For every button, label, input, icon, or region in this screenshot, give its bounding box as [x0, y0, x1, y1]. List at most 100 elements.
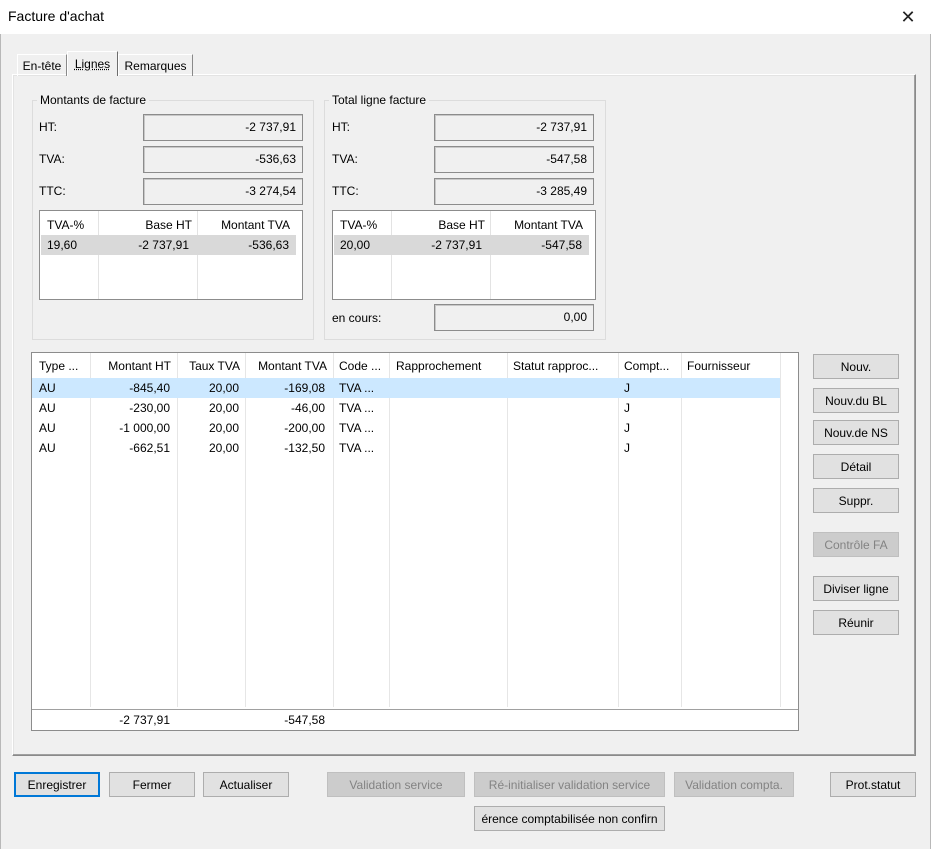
vat-rate-cell: 19,60 — [41, 235, 98, 255]
vat-header-amount: Montant TVA — [221, 218, 290, 232]
validate-accounting-button[interactable]: Validation compta. — [674, 772, 794, 797]
cell-montant-ht: -662,51 — [129, 441, 170, 455]
merge-button[interactable]: Réunir — [813, 610, 899, 635]
column-header-type[interactable]: Type ... — [39, 359, 89, 375]
invoice-amounts-title: Montants de facture — [37, 93, 150, 107]
cell-montant-ht: -230,00 — [129, 401, 170, 415]
split-line-button[interactable]: Diviser ligne — [813, 576, 899, 601]
line-tva-value: -547,58 — [434, 146, 594, 173]
table-row[interactable]: AU -845,40 20,00 -169,08 TVA ... J — [32, 378, 780, 398]
cell-compte: J — [624, 401, 630, 415]
column-header-montant-ht[interactable]: Montant HT — [90, 359, 171, 375]
cell-taux-tva: 20,00 — [208, 381, 239, 395]
close-button[interactable]: Fermer — [109, 772, 195, 797]
invoice-ht-label: HT: — [39, 120, 57, 134]
tab-lignes-label: Lignes — [74, 57, 111, 71]
column-header-statut-rapprochement[interactable]: Statut rapproc... — [513, 359, 617, 375]
save-button[interactable]: Enregistrer — [14, 772, 100, 797]
line-totals-title: Total ligne facture — [329, 93, 430, 107]
title-bar: Facture d'achat ✕ — [0, 0, 931, 34]
vat-table-header: TVA-% Base HT Montant TVA — [333, 215, 595, 235]
cell-taux-tva: 20,00 — [208, 441, 239, 455]
invoice-vat-table[interactable]: TVA-% Base HT Montant TVA 19,60 -2 737,9… — [39, 210, 303, 300]
validate-service-button[interactable]: Validation service — [327, 772, 465, 797]
column-header-code[interactable]: Code ... — [339, 359, 389, 375]
tab-remarques[interactable]: Remarques — [118, 54, 193, 76]
tab-en-tete[interactable]: En-tête — [17, 54, 67, 76]
table-row[interactable]: AU -1 000,00 20,00 -200,00 TVA ... J — [32, 418, 780, 438]
pending-label: en cours: — [332, 311, 382, 325]
vat-amount-cell: -547,58 — [490, 235, 589, 255]
delete-button[interactable]: Suppr. — [813, 488, 899, 513]
vat-header-base: Base HT — [145, 218, 192, 232]
column-header-montant-tva[interactable]: Montant TVA — [245, 359, 327, 375]
detail-button[interactable]: Détail — [813, 454, 899, 479]
table-row[interactable]: 19,60 -2 737,91 -536,63 — [40, 235, 302, 255]
cell-compte: J — [624, 381, 630, 395]
vat-rate-cell: 20,00 — [334, 235, 391, 255]
table-row[interactable]: 20,00 -2 737,91 -547,58 — [333, 235, 595, 255]
status-log-button[interactable]: Prot.statut — [830, 772, 916, 797]
cell-montant-tva: -200,00 — [284, 421, 325, 435]
line-tva-label: TVA: — [332, 152, 358, 166]
new-line-button[interactable]: Nouv. — [813, 354, 899, 379]
invoice-ttc-label: TTC: — [39, 184, 66, 198]
footer-total-montant-tva: -547,58 — [284, 713, 325, 727]
invoice-tva-label: TVA: — [39, 152, 65, 166]
cell-code: TVA ... — [339, 381, 375, 395]
new-from-ns-button[interactable]: Nouv.de NS — [813, 420, 899, 445]
vat-header-base: Base HT — [438, 218, 485, 232]
vat-table-header: TVA-% Base HT Montant TVA — [40, 215, 302, 235]
line-ht-label: HT: — [332, 120, 350, 134]
invoice-tva-value: -536,63 — [143, 146, 303, 173]
cell-code: TVA ... — [339, 401, 375, 415]
column-header-fournisseur[interactable]: Fournisseur — [687, 359, 779, 375]
difference-unconfirmed-button[interactable]: érence comptabilisée non confirn — [474, 806, 665, 831]
cell-type: AU — [39, 381, 56, 395]
line-vat-table[interactable]: TVA-% Base HT Montant TVA 20,00 -2 737,9… — [332, 210, 596, 300]
vat-header-amount: Montant TVA — [514, 218, 583, 232]
column-header-compte[interactable]: Compt... — [624, 359, 680, 375]
pending-value: 0,00 — [434, 304, 594, 331]
tab-remarques-label: Remarques — [124, 58, 187, 73]
cell-taux-tva: 20,00 — [208, 421, 239, 435]
vat-base-cell: -2 737,91 — [98, 235, 197, 255]
vat-header-rate: TVA-% — [47, 218, 85, 232]
vat-base-cell: -2 737,91 — [391, 235, 490, 255]
cell-taux-tva: 20,00 — [208, 401, 239, 415]
vat-header-rate: TVA-% — [340, 218, 378, 232]
cell-type: AU — [39, 441, 56, 455]
invoice-ht-value: -2 737,91 — [143, 114, 303, 141]
cell-type: AU — [39, 401, 56, 415]
invoice-ttc-value: -3 274,54 — [143, 178, 303, 205]
line-ttc-value: -3 285,49 — [434, 178, 594, 205]
grid-footer-divider — [32, 709, 798, 710]
cell-montant-tva: -132,50 — [284, 441, 325, 455]
column-header-taux-tva[interactable]: Taux TVA — [177, 359, 240, 375]
reset-validation-service-button[interactable]: Ré-initialiser validation service — [474, 772, 665, 797]
cell-montant-ht: -845,40 — [129, 381, 170, 395]
cell-code: TVA ... — [339, 421, 375, 435]
table-row[interactable]: AU -662,51 20,00 -132,50 TVA ... J — [32, 438, 780, 458]
cell-type: AU — [39, 421, 56, 435]
cell-compte: J — [624, 421, 630, 435]
cell-montant-ht: -1 000,00 — [119, 421, 170, 435]
cell-montant-tva: -46,00 — [290, 401, 325, 415]
table-row[interactable]: AU -230,00 20,00 -46,00 TVA ... J — [32, 398, 780, 418]
footer-total-montant-ht: -2 737,91 — [119, 713, 170, 727]
vat-amount-cell: -536,63 — [197, 235, 296, 255]
tab-en-tete-label: En-tête — [22, 58, 62, 73]
cell-code: TVA ... — [339, 441, 375, 455]
invoice-lines-grid[interactable]: Type ... Montant HT Taux TVA Montant TVA… — [31, 352, 799, 731]
column-header-rapprochement[interactable]: Rapprochement — [396, 359, 506, 375]
tab-lignes[interactable]: Lignes — [67, 51, 118, 76]
new-from-bl-button[interactable]: Nouv.du BL — [813, 388, 899, 413]
refresh-button[interactable]: Actualiser — [203, 772, 289, 797]
control-fa-button[interactable]: Contrôle FA — [813, 532, 899, 557]
line-ttc-label: TTC: — [332, 184, 359, 198]
line-ht-value: -2 737,91 — [434, 114, 594, 141]
close-icon[interactable]: ✕ — [885, 0, 931, 34]
cell-montant-tva: -169,08 — [284, 381, 325, 395]
window-title: Facture d'achat — [8, 8, 105, 24]
cell-compte: J — [624, 441, 630, 455]
